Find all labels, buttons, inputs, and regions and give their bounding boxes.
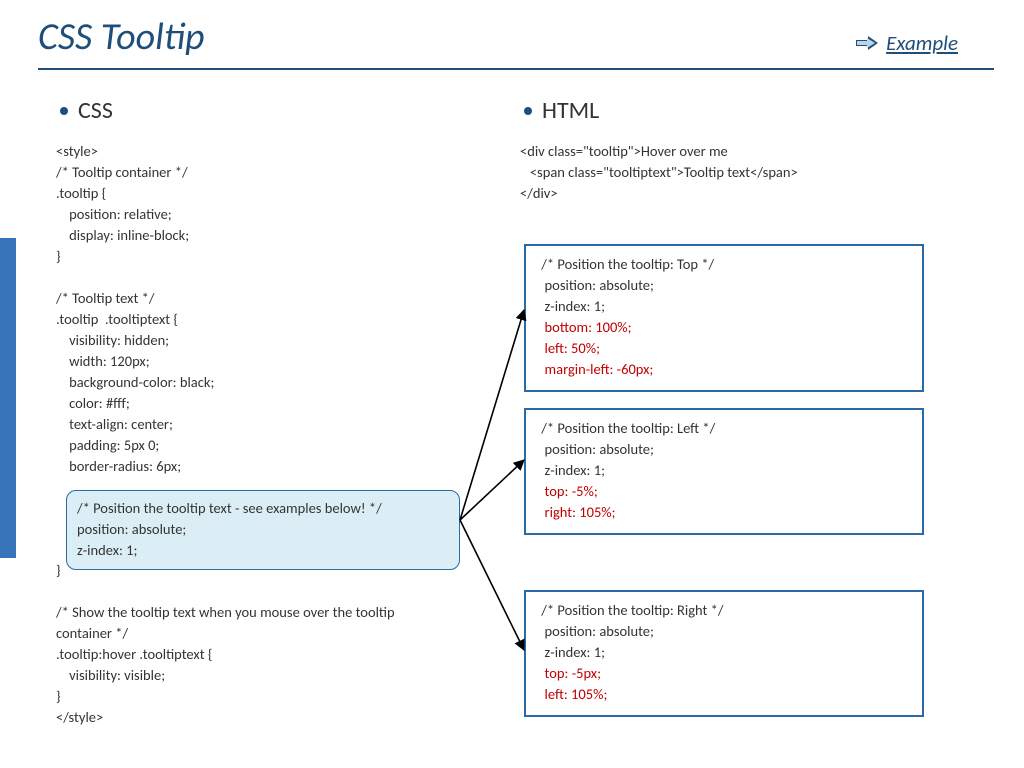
tooltip-top-box: /* Position the tooltip: Top */ position… xyxy=(524,244,924,392)
box-line: right: 105%; xyxy=(538,503,616,521)
box-line: z-index: 1; xyxy=(538,643,605,661)
css-code-below: } /* Show the tooltip text when you mous… xyxy=(56,560,511,728)
box-line: top: -5px; xyxy=(538,664,601,682)
example-link-text[interactable]: Example xyxy=(886,30,958,56)
box-line: position: absolute; xyxy=(538,276,654,294)
box-line: position: absolute; xyxy=(538,622,654,640)
title-divider xyxy=(38,68,994,70)
title-row: CSS Tooltip Example xyxy=(38,14,988,60)
example-link-group[interactable]: Example xyxy=(856,30,958,56)
css-heading-row: CSS xyxy=(56,96,511,125)
box-line: top: -5%; xyxy=(538,482,598,500)
tooltip-left-box: /* Position the tooltip: Left */ positio… xyxy=(524,408,924,535)
box-line: left: 105%; xyxy=(538,685,607,703)
box-line: bottom: 100%; xyxy=(538,318,632,336)
box-line: z-index: 1; xyxy=(538,461,605,479)
html-heading: HTML xyxy=(542,96,599,125)
html-heading-row: HTML xyxy=(520,96,975,125)
side-accent-strip xyxy=(0,238,16,558)
box-line: position: absolute; xyxy=(538,440,654,458)
css-heading: CSS xyxy=(78,96,113,125)
box-line: z-index: 1; xyxy=(538,297,605,315)
tooltip-right-box: /* Position the tooltip: Right */ positi… xyxy=(524,590,924,717)
box-line: /* Position the tooltip: Right */ xyxy=(538,601,723,619)
html-column: HTML <div class="tooltip">Hover over me … xyxy=(520,96,975,204)
position-callout-box: /* Position the tooltip text - see examp… xyxy=(66,490,460,570)
box-line: margin-left: -60px; xyxy=(538,360,653,378)
bullet-icon xyxy=(524,107,532,115)
box-line: /* Position the tooltip: Top */ xyxy=(538,255,714,273)
box-line: /* Position the tooltip: Left */ xyxy=(538,419,715,437)
slide-title: CSS Tooltip xyxy=(38,14,205,60)
css-column: CSS <style> /* Tooltip container */ .too… xyxy=(56,96,511,477)
css-code-above: <style> /* Tooltip container */ .tooltip… xyxy=(56,141,511,477)
bullet-icon xyxy=(60,107,68,115)
html-code: <div class="tooltip">Hover over me <span… xyxy=(520,141,975,204)
box-line: left: 50%; xyxy=(538,339,600,357)
arrow-right-icon xyxy=(856,36,878,50)
